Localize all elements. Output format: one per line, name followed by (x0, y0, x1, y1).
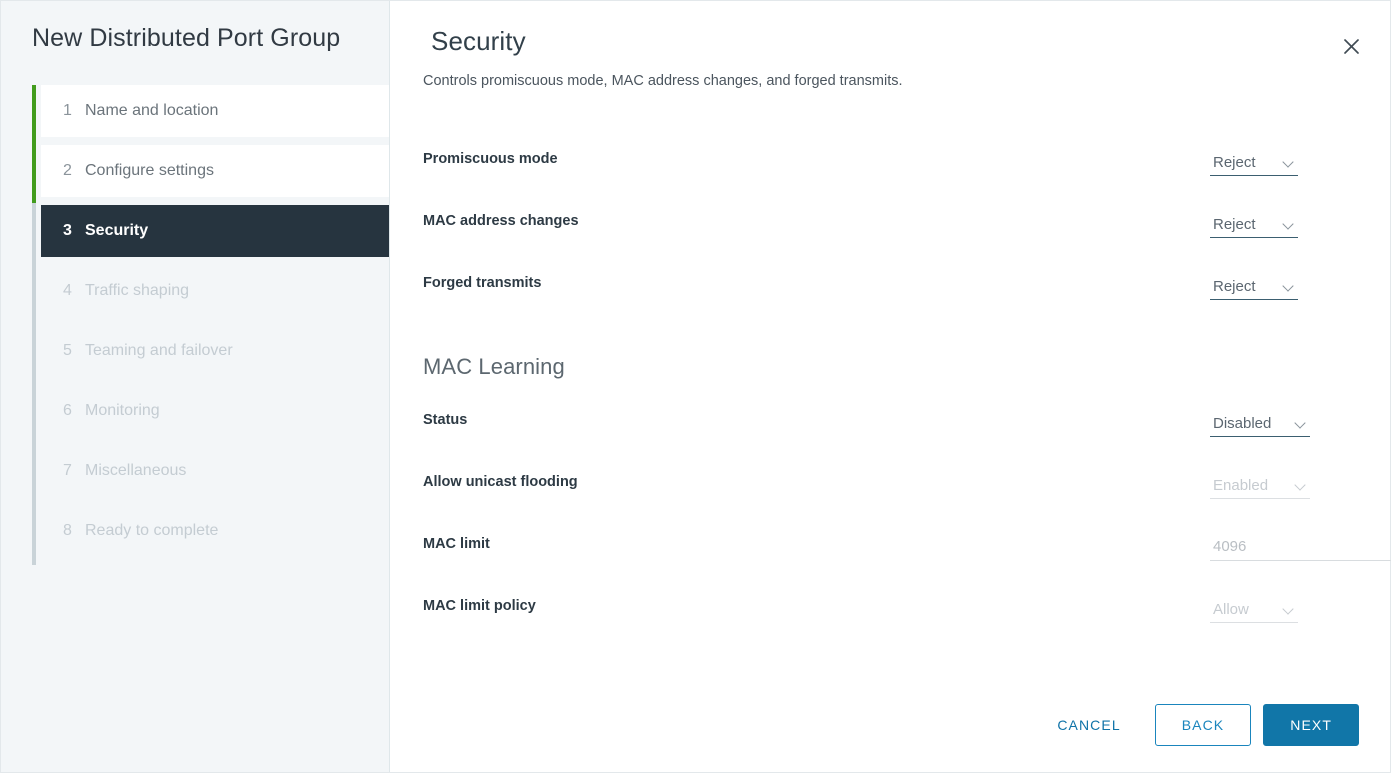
step-label: Security (85, 222, 149, 239)
form-row-mac-limit-policy: MAC limit policy Allow (423, 588, 1298, 650)
mac-limit-input[interactable] (1210, 534, 1391, 561)
step-number: 6 (63, 402, 72, 419)
step-label: Miscellaneous (85, 462, 187, 479)
allow-unicast-flooding-value: Enabled (1213, 476, 1269, 494)
sidebar-step-traffic-shaping[interactable]: 4 Traffic shaping (41, 265, 389, 317)
step-number: 5 (63, 342, 72, 359)
step-number: 3 (63, 222, 72, 239)
page-title: Security (431, 26, 526, 56)
step-number: 8 (63, 522, 72, 539)
next-button[interactable]: NEXT (1263, 704, 1359, 746)
mac-address-changes-label: MAC address changes (423, 213, 579, 229)
step-label: Monitoring (85, 402, 160, 419)
form-row-promiscuous-mode: Promiscuous mode Reject (423, 141, 1298, 203)
wizard-footer: CANCEL BACK NEXT (1035, 704, 1359, 746)
chevron-down-icon (1283, 280, 1296, 293)
allow-unicast-flooding-control: Enabled (1210, 468, 1310, 499)
step-number: 2 (63, 162, 72, 179)
form-row-allow-unicast-flooding: Allow unicast flooding Enabled (423, 464, 1310, 526)
chevron-down-icon (1283, 156, 1296, 169)
forged-transmits-control: Reject (1210, 269, 1298, 300)
sidebar-step-name-and-location[interactable]: 1 Name and location (41, 85, 389, 137)
step-spacer (32, 197, 389, 205)
mac-limit-policy-label: MAC limit policy (423, 598, 536, 614)
forged-transmits-select[interactable]: Reject (1210, 273, 1298, 300)
step-spacer (32, 497, 389, 505)
form-row-status: Status Disabled (423, 402, 1310, 464)
mac-learning-status-select[interactable]: Disabled (1210, 410, 1310, 437)
status-label: Status (423, 412, 468, 428)
step-spacer (32, 137, 389, 145)
wizard-steps: 1 Name and location 2 Configure settings… (1, 85, 389, 565)
sidebar-step-miscellaneous[interactable]: 7 Miscellaneous (41, 445, 389, 497)
form-row-forged-transmits: Forged transmits Reject (423, 265, 1298, 327)
chevron-down-icon (1295, 479, 1308, 492)
promiscuous-mode-select[interactable]: Reject (1210, 149, 1298, 176)
mac-limit-policy-select: Allow (1210, 596, 1298, 623)
promiscuous-mode-control: Reject (1210, 145, 1298, 176)
step-spacer (32, 317, 389, 325)
new-distributed-port-group-wizard: New Distributed Port Group 1 Name and lo… (0, 0, 1391, 773)
mac-limit-policy-value: Allow (1213, 600, 1249, 618)
mac-address-changes-value: Reject (1213, 215, 1256, 233)
sidebar-step-monitoring[interactable]: 6 Monitoring (41, 385, 389, 437)
mac-limit-policy-control: Allow (1210, 592, 1298, 623)
mac-limit-control (1210, 530, 1391, 561)
forged-transmits-value: Reject (1213, 277, 1256, 295)
security-form: Promiscuous mode Reject MAC address chan… (423, 141, 1391, 650)
promiscuous-mode-value: Reject (1213, 153, 1256, 171)
chevron-down-icon (1283, 603, 1296, 616)
allow-unicast-flooding-label: Allow unicast flooding (423, 474, 578, 490)
cancel-button[interactable]: CANCEL (1035, 704, 1142, 746)
wizard-content: Security Controls promiscuous mode, MAC … (390, 1, 1391, 772)
form-row-mac-limit: MAC limit (423, 526, 1391, 588)
sidebar-step-ready-to-complete[interactable]: 8 Ready to complete (41, 505, 389, 557)
mac-limit-label: MAC limit (423, 536, 490, 552)
sidebar-step-configure-settings[interactable]: 2 Configure settings (41, 145, 389, 197)
status-control: Disabled (1210, 406, 1310, 437)
step-label: Configure settings (85, 162, 214, 179)
sidebar-step-teaming-and-failover[interactable]: 5 Teaming and failover (41, 325, 389, 377)
form-row-mac-address-changes: MAC address changes Reject (423, 203, 1298, 265)
back-button[interactable]: BACK (1154, 704, 1252, 746)
step-label: Ready to complete (85, 522, 219, 539)
chevron-down-icon (1283, 218, 1296, 231)
step-spacer (32, 377, 389, 385)
sidebar-step-security[interactable]: 3 Security (41, 205, 389, 257)
forged-transmits-label: Forged transmits (423, 275, 542, 291)
step-number: 4 (63, 282, 72, 299)
chevron-down-icon (1295, 417, 1308, 430)
step-label: Teaming and failover (85, 342, 233, 359)
step-label: Name and location (85, 102, 219, 119)
step-spacer (32, 437, 389, 445)
step-spacer (32, 257, 389, 265)
status-value: Disabled (1213, 414, 1272, 432)
progress-fill (32, 85, 36, 203)
step-label: Traffic shaping (85, 282, 190, 299)
allow-unicast-flooding-select: Enabled (1210, 472, 1310, 499)
mac-address-changes-control: Reject (1210, 207, 1298, 238)
step-number: 7 (63, 462, 72, 479)
page-subtitle: Controls promiscuous mode, MAC address c… (423, 73, 903, 89)
mac-learning-heading: MAC Learning (423, 354, 565, 379)
wizard-sidebar: New Distributed Port Group 1 Name and lo… (1, 1, 390, 772)
close-icon[interactable] (1334, 29, 1368, 63)
promiscuous-mode-label: Promiscuous mode (423, 151, 558, 167)
step-number: 1 (63, 102, 72, 119)
mac-address-changes-select[interactable]: Reject (1210, 211, 1298, 238)
wizard-title: New Distributed Port Group (32, 24, 341, 52)
